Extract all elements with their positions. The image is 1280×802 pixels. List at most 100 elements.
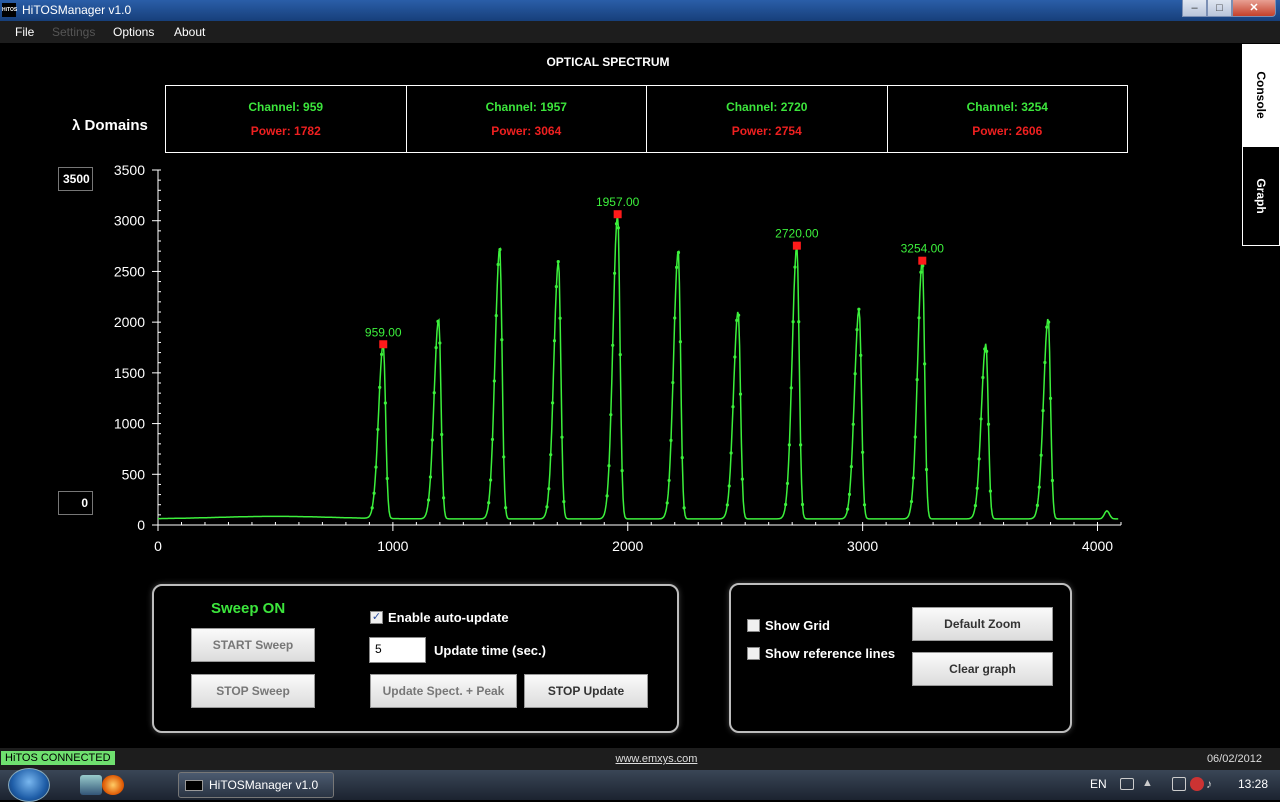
data-point (665, 501, 669, 505)
tab-graph[interactable]: Graph (1242, 146, 1280, 246)
data-point (787, 443, 791, 447)
data-point (676, 250, 681, 255)
tab-console-label: Console (1254, 71, 1268, 119)
data-point (1043, 360, 1047, 365)
data-point (380, 352, 384, 356)
data-point (985, 349, 989, 353)
menu-settings[interactable]: Settings (52, 25, 95, 39)
y-tick-label: 500 (122, 466, 146, 482)
show-reference-lines-checkbox[interactable] (747, 647, 760, 660)
data-point (675, 265, 679, 269)
data-point (611, 343, 615, 347)
keyboard-icon[interactable] (1120, 778, 1134, 790)
taskbar: HiTOSManager v1.0 EN ▲ ♪ 13:28 (0, 768, 1280, 802)
data-point (434, 346, 438, 350)
tab-console[interactable]: Console (1242, 44, 1280, 146)
data-point (613, 271, 617, 275)
volume-icon[interactable]: ♪ (1206, 777, 1212, 791)
data-point (504, 506, 508, 510)
clock[interactable]: 13:28 (1238, 777, 1268, 791)
domain-power: Power: 2754 (731, 124, 802, 138)
data-point (857, 307, 861, 311)
flag-icon[interactable] (1172, 777, 1186, 791)
update-spectrum-peak-button[interactable]: Update Spect. + Peak (370, 674, 517, 708)
data-point (432, 391, 436, 395)
data-point (554, 284, 558, 289)
domain-cell: Channel: 2720 Power: 2754 (647, 86, 888, 152)
update-time-label: Update time (sec.) (434, 643, 546, 658)
website-link[interactable]: www.emxys.com (0, 753, 1280, 765)
data-point (440, 432, 444, 437)
auto-update-checkbox[interactable]: ✓ (370, 611, 383, 624)
data-point (550, 401, 555, 405)
x-tick-label: 1000 (377, 538, 408, 554)
data-point (673, 316, 677, 320)
data-point (378, 385, 382, 389)
data-point (436, 319, 440, 323)
data-point (921, 264, 925, 268)
language-indicator[interactable]: EN (1090, 777, 1107, 791)
data-point (547, 487, 551, 491)
data-point (678, 340, 682, 344)
data-point (859, 353, 863, 357)
data-point (374, 465, 378, 469)
maximize-button[interactable]: □ (1207, 0, 1232, 17)
network-icon[interactable]: ▲ (1142, 777, 1156, 791)
domain-cell: Channel: 959 Power: 1782 (166, 86, 407, 152)
data-point (738, 392, 743, 396)
data-point (488, 478, 493, 482)
data-point (494, 314, 498, 318)
show-grid-label: Show Grid (765, 618, 830, 633)
menu-bar: File Settings Options About (0, 21, 1280, 43)
data-point (1039, 453, 1043, 457)
data-point (552, 339, 557, 343)
start-button-icon[interactable] (8, 768, 50, 802)
firefox-icon[interactable] (102, 775, 124, 795)
stop-sweep-button[interactable]: STOP Sweep (191, 674, 315, 708)
menu-file[interactable]: File (15, 25, 34, 39)
close-button[interactable]: ✕ (1232, 0, 1276, 17)
taskbar-app-item[interactable]: HiTOSManager v1.0 (178, 772, 334, 798)
data-point (556, 260, 560, 264)
window-title: HiTOSManager v1.0 (22, 3, 132, 17)
app-thumbnail-icon (185, 780, 203, 791)
spectrum-chart[interactable]: 0 500 1000 1500 2000 2500 3000 3500 0 1000 2000 300… (0, 155, 1140, 560)
security-icon[interactable] (1190, 777, 1204, 791)
data-point (430, 438, 434, 442)
data-point (438, 341, 442, 345)
data-point (917, 316, 921, 320)
show-desktop-icon[interactable] (80, 775, 102, 795)
auto-update-label: Enable auto-update (388, 610, 509, 625)
show-grid-checkbox[interactable] (747, 619, 760, 632)
minimize-button[interactable]: – (1182, 0, 1207, 17)
data-point (1048, 396, 1053, 400)
data-point (729, 451, 733, 455)
data-point (605, 494, 609, 498)
peak-marker (613, 210, 622, 219)
data-point (614, 222, 619, 226)
update-time-input[interactable]: 5 (369, 637, 426, 663)
data-point (911, 476, 915, 480)
menu-options[interactable]: Options (113, 25, 154, 39)
start-sweep-button[interactable]: START Sweep (191, 628, 315, 662)
data-point (620, 469, 624, 473)
data-point (986, 422, 991, 426)
stop-update-button[interactable]: STOP Update (524, 674, 648, 708)
data-point (1035, 503, 1039, 508)
clear-graph-button[interactable]: Clear graph (912, 652, 1053, 686)
data-point (979, 417, 983, 421)
domain-channel: Channel: 3254 (966, 100, 1048, 114)
data-point (855, 327, 859, 332)
data-point (1050, 478, 1055, 483)
domain-channel: Channel: 959 (248, 100, 324, 114)
data-point (385, 476, 389, 481)
data-point (909, 499, 914, 504)
data-point (740, 477, 744, 481)
menu-about[interactable]: About (174, 25, 205, 39)
data-point (725, 503, 729, 507)
status-bar: HiTOS CONNECTED www.emxys.com 06/02/2012 (0, 748, 1280, 770)
domains-label: λ Domains (72, 117, 148, 134)
x-tick-label: 4000 (1082, 538, 1113, 554)
view-panel: Show Grid Show reference lines Default Z… (729, 583, 1072, 733)
default-zoom-button[interactable]: Default Zoom (912, 607, 1053, 641)
